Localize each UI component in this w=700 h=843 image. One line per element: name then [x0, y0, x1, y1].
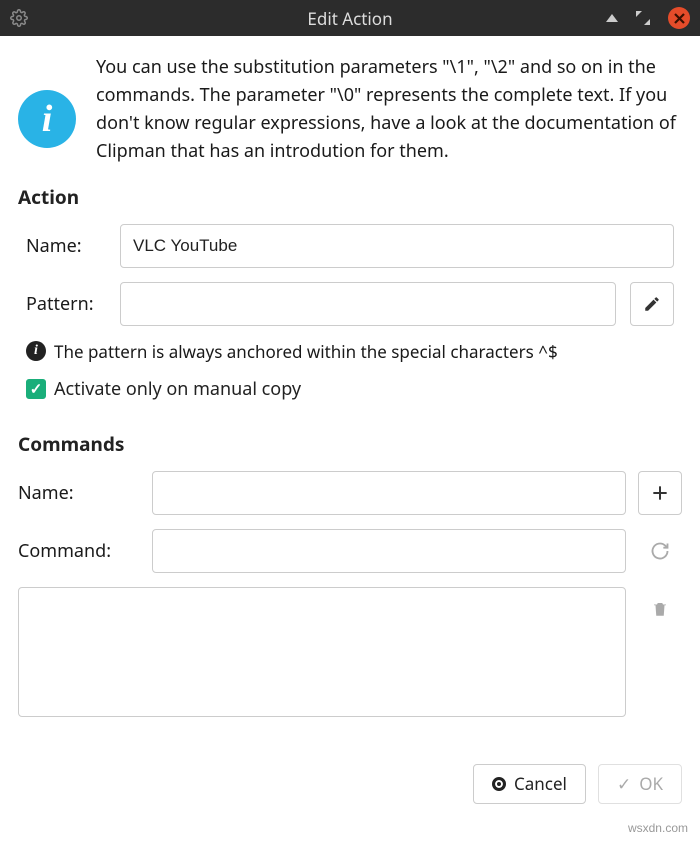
action-name-label: Name:	[26, 234, 106, 258]
edit-pattern-button[interactable]	[630, 282, 674, 326]
manual-copy-checkbox-row[interactable]: ✓ Activate only on manual copy	[26, 377, 674, 401]
pattern-hint-text: The pattern is always anchored within th…	[54, 340, 558, 363]
manual-copy-label: Activate only on manual copy	[54, 377, 301, 401]
hint-icon: i	[26, 341, 46, 361]
titlebar: Edit Action	[0, 0, 700, 36]
command-name-input[interactable]	[152, 471, 626, 515]
action-name-input[interactable]	[120, 224, 674, 268]
ok-button-label: OK	[639, 772, 663, 795]
delete-command-button[interactable]	[638, 587, 682, 631]
check-icon: ✓	[617, 772, 631, 795]
info-icon: i	[18, 90, 76, 148]
action-pattern-label: Pattern:	[26, 292, 106, 316]
window-title: Edit Action	[0, 7, 700, 30]
action-section: Action Name: Pattern: i The pattern is a…	[18, 184, 682, 407]
add-command-button[interactable]	[638, 471, 682, 515]
cancel-button-label: Cancel	[514, 772, 567, 795]
info-panel: i You can use the substitution parameter…	[18, 54, 682, 166]
cancel-button[interactable]: Cancel	[473, 764, 586, 804]
command-name-label: Name:	[18, 481, 138, 505]
pattern-hint: i The pattern is always anchored within …	[26, 340, 674, 363]
watermark: wsxdn.com	[628, 821, 688, 835]
commands-section: Commands Name: Command:	[18, 431, 682, 722]
action-section-title: Action	[18, 184, 682, 210]
command-label: Command:	[18, 539, 138, 563]
refresh-command-button[interactable]	[638, 529, 682, 573]
manual-copy-checkbox[interactable]: ✓	[26, 379, 46, 399]
commands-list[interactable]	[18, 587, 626, 717]
commands-section-title: Commands	[18, 431, 682, 457]
action-pattern-input[interactable]	[120, 282, 616, 326]
command-input[interactable]	[152, 529, 626, 573]
cancel-icon	[492, 777, 506, 791]
info-text: You can use the substitution parameters …	[96, 54, 682, 166]
ok-button[interactable]: ✓ OK	[598, 764, 682, 804]
dialog-footer: Cancel ✓ OK	[0, 758, 700, 820]
